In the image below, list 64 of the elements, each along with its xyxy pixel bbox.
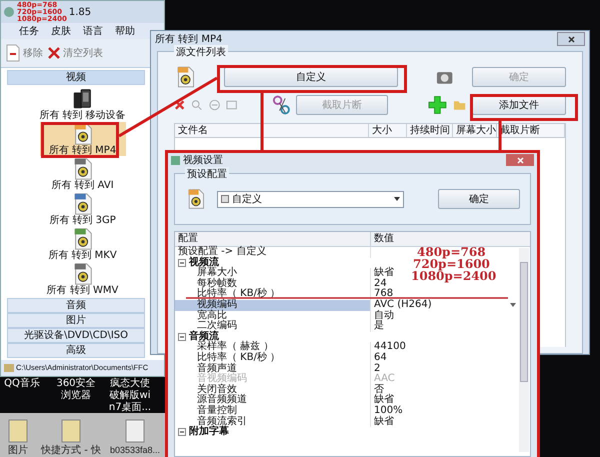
column-header[interactable]: 屏幕大小 <box>452 124 497 137</box>
plus-icon[interactable] <box>428 95 447 115</box>
format-item[interactable]: 所有 转到 AVI <box>40 157 126 191</box>
collapse-icon[interactable] <box>178 258 186 267</box>
desktop-shortcut-label[interactable]: QQ音乐 <box>0 378 44 414</box>
frame-icon[interactable] <box>226 99 238 111</box>
cross-icon <box>47 46 61 60</box>
section-header[interactable]: 音频 <box>7 298 145 313</box>
menu-item[interactable]: 语言 <box>83 24 103 38</box>
collapse-icon[interactable] <box>178 428 186 436</box>
desktop-shortcut-label[interactable]: 360安全浏览器 <box>54 378 98 414</box>
format-item[interactable]: 所有 转到 WMV <box>40 262 126 296</box>
window-title: 1.85 <box>68 6 92 20</box>
format-item[interactable]: 所有 转到 移动设备 <box>40 87 126 121</box>
property-row[interactable]: 比特率（ KB/秒 ） 64 <box>175 352 518 364</box>
scissors-icon[interactable] <box>272 95 290 115</box>
property-row[interactable]: 采样率（ 赫兹 ） 44100 <box>175 342 518 353</box>
category-label: 附加字幕 <box>189 427 229 438</box>
annotation-text: 1080p=2400 <box>411 270 496 282</box>
category-label: 视频流 <box>189 258 219 268</box>
column-header[interactable]: 配置 <box>175 232 371 246</box>
section-header[interactable]: 高级 <box>7 343 145 358</box>
category-label: 音频流 <box>189 332 219 342</box>
close-icon <box>516 156 524 164</box>
minus-circle-icon[interactable] <box>208 99 220 111</box>
close-icon <box>568 36 574 42</box>
property-row[interactable]: 源音频频道 缺省 <box>175 395 518 406</box>
annotation-text: 720p=1600 <box>412 258 491 270</box>
window-title: 所有 转到 MP4 <box>155 32 222 46</box>
format-item[interactable]: 所有 转到 MKV <box>40 227 126 261</box>
scrollbar[interactable] <box>519 248 529 452</box>
close-button[interactable] <box>506 154 534 166</box>
column-header[interactable]: 大小 <box>368 124 407 137</box>
clear-list-button[interactable]: 清空列表 <box>47 46 103 60</box>
preset-dropdown[interactable]: 自定义 <box>216 190 404 208</box>
section-header[interactable]: 图片 <box>7 313 145 328</box>
document-minus-icon <box>5 44 21 62</box>
desktop-shortcut-label[interactable]: 疯态大使破解版win7桌面... <box>108 378 152 414</box>
menu-item[interactable]: 任务 <box>19 24 39 38</box>
section-header[interactable]: 视频 <box>7 70 145 85</box>
ok-button[interactable]: 确定 <box>438 189 520 209</box>
column-header[interactable]: 文件名 <box>175 124 369 137</box>
close-button[interactable] <box>557 32 585 46</box>
app-icon <box>3 6 15 18</box>
column-header[interactable]: 截取片断 <box>496 124 565 137</box>
property-row[interactable]: 二次编码 是 <box>175 321 518 332</box>
remove-button[interactable]: 移除 <box>5 44 43 62</box>
delete-icon[interactable] <box>174 99 186 111</box>
profile-button[interactable]: 自定义 <box>224 67 398 87</box>
column-header[interactable]: 持续时间 <box>406 124 453 137</box>
menu-item[interactable]: 皮肤 <box>51 24 71 38</box>
collapse-icon[interactable] <box>178 333 186 342</box>
property-row[interactable]: 音量控制 100% <box>175 406 518 416</box>
format-item[interactable]: 所有 转到 3GP <box>40 192 126 226</box>
preset-path: 预设配置 -> 自定义 <box>175 247 371 258</box>
dropdown-arrow-icon <box>394 197 400 201</box>
section-header[interactable]: 光驱设备\DVD\CD\ISO <box>7 328 145 343</box>
column-header[interactable]: 数值 <box>371 232 530 246</box>
annotation-text: 480p=768 <box>416 246 487 258</box>
window-title: 视频设置 <box>183 154 223 168</box>
search-icon[interactable] <box>191 99 203 111</box>
menu-item[interactable]: 帮助 <box>115 24 135 38</box>
list-icon <box>220 195 229 203</box>
dropdown-arrow-icon[interactable] <box>510 302 516 307</box>
